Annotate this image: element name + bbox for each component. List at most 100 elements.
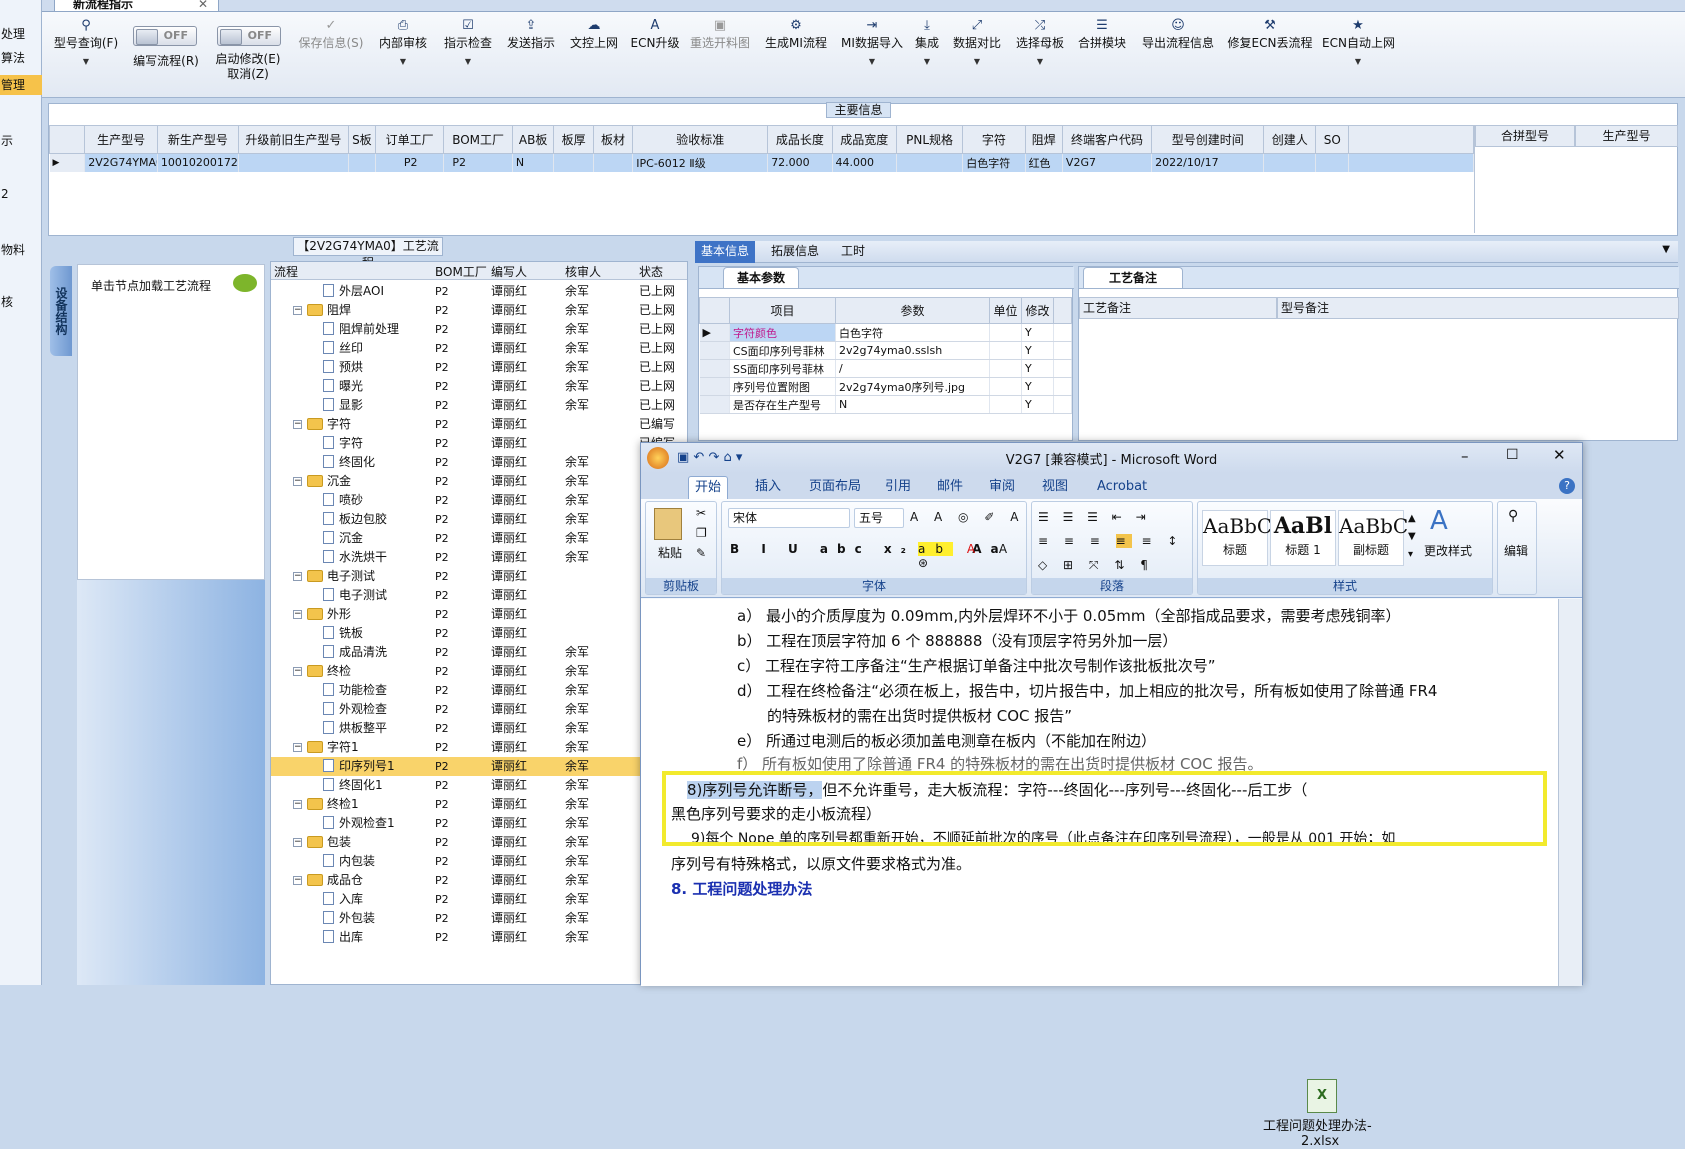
- tab-basic-params[interactable]: 基本参数: [723, 267, 799, 288]
- cell[interactable]: 44.000: [832, 153, 897, 172]
- ribbon-tab-layout[interactable]: 页面布局: [803, 476, 867, 499]
- tree-row[interactable]: − 包装 P2 谭丽红 余军: [271, 833, 687, 852]
- merge-module-button[interactable]: ☰ 合拼模块: [1075, 18, 1129, 51]
- style-title[interactable]: AaBbC 标题: [1202, 510, 1272, 566]
- close-icon[interactable]: ✕: [198, 0, 208, 11]
- col-header[interactable]: 状态: [639, 263, 663, 280]
- tree-node-label[interactable]: 终检: [307, 662, 351, 681]
- param-unit[interactable]: [989, 341, 1022, 360]
- instruction-check-button[interactable]: ☑ 指示检查 ▼: [441, 18, 495, 66]
- tree-node-label[interactable]: 入库: [323, 890, 363, 909]
- edit-label[interactable]: 编辑: [1504, 542, 1528, 559]
- attachment-label[interactable]: 工程问题处理办法-: [1263, 1115, 1372, 1134]
- param-modify[interactable]: Y: [1021, 341, 1054, 360]
- col-header[interactable]: 修改: [1021, 297, 1054, 324]
- align-icons[interactable]: ≡ ≡ ≡ ≡ ≡ ↕: [1038, 534, 1183, 548]
- cancel-label[interactable]: 取消(Z): [227, 67, 269, 81]
- ribbon-tab-view[interactable]: 视图: [1036, 476, 1074, 499]
- tree-row[interactable]: 铣板 P2 谭丽红: [271, 624, 687, 643]
- param-item[interactable]: 序列号位置附图: [729, 377, 836, 396]
- cell[interactable]: N: [512, 153, 555, 172]
- model-query-button[interactable]: ⚲ 型号查询(F) ▼: [50, 18, 122, 66]
- ribbon-tab-mailings[interactable]: 邮件: [931, 476, 969, 499]
- col-header[interactable]: 板材: [592, 125, 634, 154]
- col-header[interactable]: 合拼型号: [1475, 125, 1575, 147]
- data-compare-button[interactable]: ⤢ 数据对比 ▼: [950, 18, 1004, 66]
- col-header[interactable]: 升级前旧生产型号: [237, 125, 349, 154]
- tab-new-process[interactable]: 新流程指示 ✕: [54, 0, 219, 12]
- col-header[interactable]: 编写人: [491, 263, 527, 280]
- select-motherboard-button[interactable]: ⤮ 选择母板 ▼: [1013, 18, 1067, 66]
- tree-row[interactable]: 终固化1 P2 谭丽红 余军: [271, 776, 687, 795]
- save-info-button[interactable]: ✓ 保存信息(S): [295, 18, 367, 51]
- tree-node-label[interactable]: 终固化: [323, 453, 375, 472]
- col-header[interactable]: 阻焊: [1024, 125, 1063, 154]
- tab-process-remark[interactable]: 工艺备注: [1083, 267, 1183, 288]
- font-family-select[interactable]: 宋体: [728, 508, 850, 528]
- col-header[interactable]: 字符: [962, 125, 1026, 154]
- chevron-down-icon[interactable]: ▼: [839, 57, 905, 66]
- cell[interactable]: [593, 153, 634, 172]
- tree-row[interactable]: − 终检1 P2 谭丽红 余军: [271, 795, 687, 814]
- tree-node-label[interactable]: 包装: [307, 833, 351, 852]
- chevron-down-icon[interactable]: ▼: [912, 57, 942, 66]
- tree-row[interactable]: 丝印 P2 谭丽红 余军 已上网: [271, 339, 687, 358]
- cell[interactable]: 2V2G74YMA0: [84, 153, 158, 172]
- vertical-scrollbar[interactable]: [1558, 599, 1582, 986]
- collapse-icon[interactable]: −: [293, 477, 302, 486]
- tree-node-label[interactable]: 出库: [323, 928, 363, 947]
- collapse-icon[interactable]: −: [293, 876, 302, 885]
- send-instruction-button[interactable]: ⇪ 发送指示: [504, 18, 558, 51]
- col-header[interactable]: 生产型号: [84, 125, 158, 154]
- tree-row[interactable]: 显影 P2 谭丽红 余军 已上网: [271, 396, 687, 415]
- tree-node-label[interactable]: 终检1: [307, 795, 359, 814]
- format-painter-icon[interactable]: ✎: [696, 546, 706, 560]
- tree-node-label[interactable]: 成品清洗: [323, 643, 387, 662]
- tree-node-label[interactable]: 阻焊前处理: [323, 320, 399, 339]
- collapse-icon[interactable]: −: [293, 743, 302, 752]
- tree-node-label[interactable]: 字符: [307, 415, 351, 434]
- col-header[interactable]: 型号创建时间: [1151, 125, 1265, 154]
- nav-item-0[interactable]: 处理: [0, 24, 42, 44]
- tree-node-label[interactable]: 铣板: [323, 624, 363, 643]
- cell[interactable]: [1263, 153, 1317, 172]
- ribbon-tab-insert[interactable]: 插入: [749, 476, 787, 499]
- col-header[interactable]: 创建人: [1263, 125, 1317, 154]
- param-modify[interactable]: Y: [1021, 323, 1054, 342]
- tree-row[interactable]: 出库 P2 谭丽红 余军: [271, 928, 687, 947]
- collapse-icon[interactable]: −: [293, 800, 302, 809]
- tree-row[interactable]: 外观检查1 P2 谭丽红 余军: [271, 814, 687, 833]
- tree-row[interactable]: 功能检查 P2 谭丽红 余军: [271, 681, 687, 700]
- cell[interactable]: [553, 153, 594, 172]
- param-unit[interactable]: [989, 359, 1022, 378]
- table-row[interactable]: 是否存在生产型号 N Y: [699, 395, 1072, 414]
- start-modify-toggle[interactable]: OFF: [217, 26, 281, 46]
- collapse-icon[interactable]: −: [293, 420, 302, 429]
- paste-label[interactable]: 粘贴: [658, 544, 682, 561]
- cell[interactable]: [348, 153, 376, 172]
- cell[interactable]: 红色: [1025, 153, 1063, 172]
- start-modify-label[interactable]: 启动修改(E) 取消(Z): [210, 52, 286, 82]
- tree-row[interactable]: 内包装 P2 谭丽红 余军: [271, 852, 687, 871]
- param-value[interactable]: N: [835, 395, 990, 414]
- tree-row[interactable]: − 沉金 P2 谭丽红 余军: [271, 472, 687, 491]
- generate-mi-button[interactable]: ⚙ 生成MI流程: [761, 18, 831, 51]
- cell[interactable]: P2: [375, 153, 445, 172]
- tree-node-label[interactable]: 沉金: [307, 472, 351, 491]
- reselect-cutting-button[interactable]: ▣ 重选开料图: [688, 18, 752, 51]
- tree-row[interactable]: − 阻焊 P2 谭丽红 余军 已上网: [271, 301, 687, 320]
- ribbon-tab-home[interactable]: 开始: [688, 476, 729, 499]
- col-header[interactable]: 新生产型号: [156, 125, 239, 154]
- paste-icon[interactable]: [654, 508, 682, 540]
- tab-basic-info[interactable]: 基本信息: [695, 241, 756, 263]
- table-row[interactable]: ▶ 字符颜色 白色字符 Y: [699, 323, 1072, 342]
- chevron-down-icon[interactable]: ▼: [376, 57, 430, 66]
- col-header[interactable]: 成品长度: [767, 125, 833, 154]
- cell[interactable]: 72.000: [767, 153, 833, 172]
- cell[interactable]: [238, 153, 349, 172]
- export-process-button[interactable]: ☺ 导出流程信息: [1138, 18, 1218, 51]
- tree-row[interactable]: 沉金 P2 谭丽红 余军: [271, 529, 687, 548]
- tree-node-label[interactable]: 丝印: [323, 339, 363, 358]
- collapse-icon[interactable]: −: [293, 610, 302, 619]
- param-modify[interactable]: Y: [1021, 395, 1054, 414]
